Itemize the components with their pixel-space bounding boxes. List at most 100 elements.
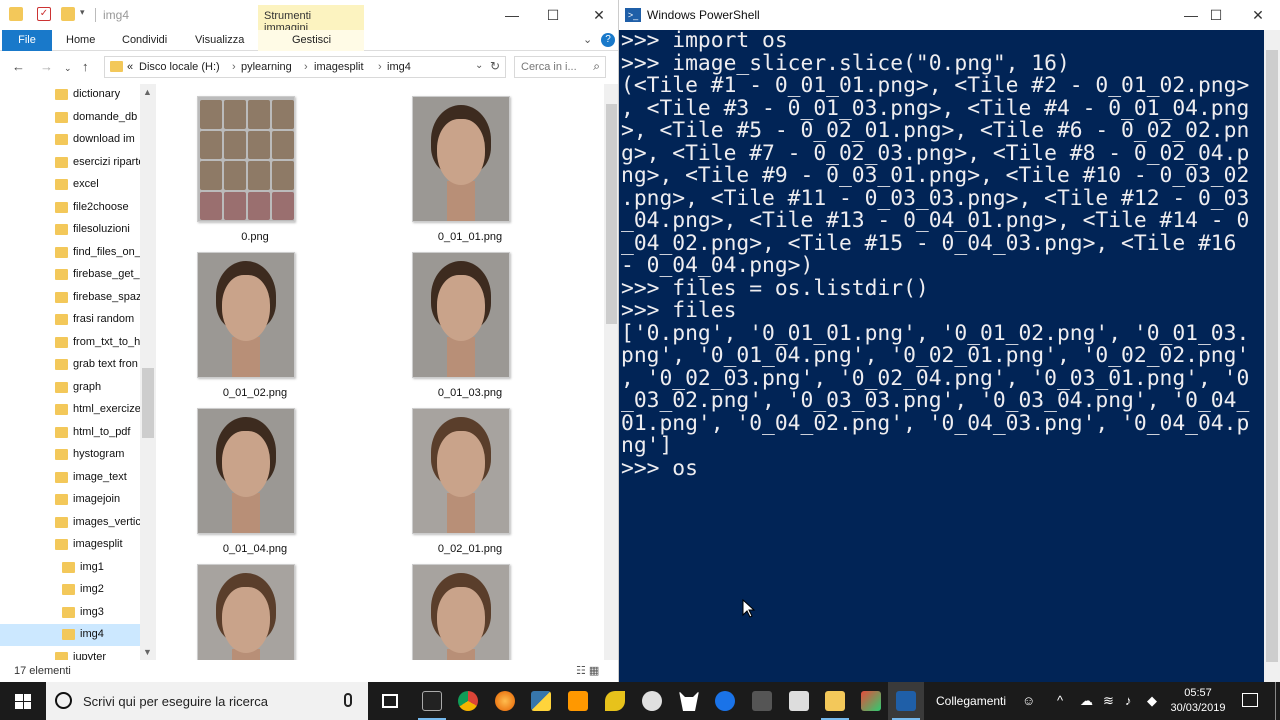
file-thumbnail[interactable]: 0_01_02.png: [170, 242, 295, 399]
sidebar-item-graph[interactable]: graph: [0, 377, 140, 399]
sidebar-item-imagesplit[interactable]: imagesplit: [0, 534, 140, 556]
volume-icon[interactable]: ♪: [1125, 693, 1132, 708]
sidebar-item-firebase-spazi[interactable]: firebase_spazi: [0, 287, 140, 309]
new-folder-icon[interactable]: [61, 7, 75, 21]
sidebar-item-grab-text-fron[interactable]: grab text fron: [0, 354, 140, 376]
sidebar-item-file2choose[interactable]: file2choose: [0, 197, 140, 219]
sidebar-item-excel[interactable]: excel: [0, 174, 140, 196]
close-button[interactable]: ✕: [1238, 0, 1278, 30]
app-icon-leaf[interactable]: [597, 682, 633, 720]
app-icon-blue[interactable]: [707, 682, 743, 720]
minimize-button[interactable]: —: [492, 0, 532, 30]
sidebar-item-images-vertic[interactable]: images_vertic: [0, 512, 140, 534]
app-icon-circle[interactable]: [634, 682, 670, 720]
tab-manage[interactable]: Gestisci: [282, 30, 341, 51]
network-icon[interactable]: ☁: [1080, 693, 1093, 709]
tab-view[interactable]: Visualizza: [185, 30, 254, 51]
file-thumbnail[interactable]: 0_01_04.png: [170, 398, 295, 555]
scroll-down-icon[interactable]: ▼: [143, 647, 152, 657]
expand-ribbon-icon[interactable]: ⌄: [583, 33, 592, 46]
properties-icon[interactable]: ✓: [37, 7, 51, 21]
sidebar-item-jupyter[interactable]: jupyter: [0, 647, 140, 660]
file-explorer-icon[interactable]: [817, 682, 853, 720]
tab-share[interactable]: Condividi: [112, 30, 177, 51]
tab-home[interactable]: Home: [56, 30, 105, 51]
dropbox-icon[interactable]: ◆: [1147, 693, 1157, 709]
clock[interactable]: 05:57 30/03/2019: [1163, 686, 1233, 716]
sidebar-item-html-exercize[interactable]: html_exercize: [0, 399, 140, 421]
back-arrow-icon[interactable]: ←: [12, 59, 25, 74]
content-scrollbar[interactable]: [604, 84, 618, 660]
view-toggle-icons[interactable]: ☷ ▦: [576, 664, 599, 677]
microphone-icon[interactable]: [344, 693, 352, 707]
scrollbar-thumb[interactable]: [1266, 50, 1278, 662]
maximize-button[interactable]: ☐: [533, 0, 573, 30]
maximize-button[interactable]: ☐: [1196, 0, 1236, 30]
sidebar-item-download-im[interactable]: download im: [0, 129, 140, 151]
task-view-icon[interactable]: [372, 682, 408, 720]
taskbar-search-box[interactable]: Scrivi qui per eseguire la ricerca: [46, 682, 368, 720]
close-button[interactable]: ✕: [579, 0, 618, 30]
file-thumbnail[interactable]: [170, 554, 295, 660]
file-thumbnail[interactable]: 0.png: [170, 86, 295, 243]
people-icon[interactable]: ☺: [1022, 693, 1035, 708]
sidebar-item-find-files-on-[interactable]: find_files_on_: [0, 242, 140, 264]
breadcrumb-imagesplit[interactable]: imagesplit: [314, 61, 364, 73]
start-button[interactable]: [0, 682, 46, 720]
sidebar-item-frasi-random[interactable]: frasi random: [0, 309, 140, 331]
address-bar[interactable]: « Disco locale (H:) › pylearning › image…: [104, 56, 506, 78]
navigation-scrollbar[interactable]: ▲ ▼: [140, 84, 156, 660]
file-thumbnail[interactable]: 0_01_03.png: [385, 242, 510, 399]
app-icon-s[interactable]: [781, 682, 817, 720]
show-desktop-button[interactable]: [1275, 682, 1276, 720]
sidebar-item-img4[interactable]: img4: [0, 624, 140, 646]
scrollbar-thumb[interactable]: [142, 368, 154, 438]
file-thumbnail[interactable]: 0_01_01.png: [385, 86, 510, 243]
sublime-text-icon[interactable]: [560, 682, 596, 720]
search-input[interactable]: Cerca in i... ⌕: [514, 56, 606, 78]
chrome-icon[interactable]: [450, 682, 486, 720]
taskbar-app-terminal[interactable]: [414, 682, 450, 720]
sidebar-item-esercizi-riparte[interactable]: esercizi riparte: [0, 152, 140, 174]
chevron-down-icon[interactable]: ⌄: [475, 60, 483, 71]
sidebar-item-dictionary[interactable]: dictionary: [0, 84, 140, 106]
console-output[interactable]: >>> import os >>> image_slicer.slice("0.p…: [621, 30, 1264, 682]
recent-locations-icon[interactable]: ⌄: [64, 63, 72, 74]
tray-links-label[interactable]: Collegamenti: [936, 694, 1006, 720]
context-tab-image-tools[interactable]: Strumenti immagini: [258, 5, 364, 34]
file-thumbnail[interactable]: [385, 554, 510, 660]
sidebar-item-filesoluzioni[interactable]: filesoluzioni: [0, 219, 140, 241]
sidebar-item-hystogram[interactable]: hystogram: [0, 444, 140, 466]
breadcrumb-overflow[interactable]: «: [127, 61, 133, 73]
up-arrow-icon[interactable]: ↑: [82, 59, 89, 74]
help-icon[interactable]: ?: [601, 33, 615, 47]
powershell-taskbar-icon[interactable]: [888, 682, 924, 720]
console-scrollbar[interactable]: [1264, 30, 1280, 682]
wifi-icon[interactable]: ≋: [1103, 693, 1114, 709]
breadcrumb-pylearning[interactable]: pylearning: [241, 61, 292, 73]
scrollbar-thumb[interactable]: [606, 104, 617, 324]
sidebar-item-image-text[interactable]: image_text: [0, 467, 140, 489]
python-icon[interactable]: [523, 682, 559, 720]
notifications-icon[interactable]: [1242, 693, 1258, 707]
git-icon[interactable]: [853, 682, 889, 720]
sidebar-item-from-txt-to-h[interactable]: from_txt_to_h: [0, 332, 140, 354]
forward-arrow-icon[interactable]: →: [40, 59, 53, 74]
app-icon-dark[interactable]: [744, 682, 780, 720]
sidebar-item-imagejoin[interactable]: imagejoin: [0, 489, 140, 511]
sidebar-item-domande-db[interactable]: domande_db: [0, 107, 140, 129]
sidebar-item-firebase-get-c[interactable]: firebase_get_c: [0, 264, 140, 286]
chevron-up-icon[interactable]: ^: [1057, 693, 1063, 708]
customize-quick-access-icon[interactable]: ▾: [80, 7, 90, 21]
breadcrumb-drive[interactable]: Disco locale (H:): [139, 61, 220, 73]
tab-file[interactable]: File: [2, 30, 52, 51]
breadcrumb-img4[interactable]: img4: [387, 61, 411, 73]
sidebar-item-html-to-pdf[interactable]: html_to_pdf: [0, 422, 140, 444]
app-icon-fox[interactable]: [671, 682, 707, 720]
refresh-icon[interactable]: ↻: [490, 59, 500, 73]
sidebar-item-img2[interactable]: img2: [0, 579, 140, 601]
file-thumbnail[interactable]: 0_02_01.png: [385, 398, 510, 555]
sidebar-item-img3[interactable]: img3: [0, 602, 140, 624]
sidebar-item-img1[interactable]: img1: [0, 557, 140, 579]
scroll-up-icon[interactable]: ▲: [143, 87, 152, 97]
